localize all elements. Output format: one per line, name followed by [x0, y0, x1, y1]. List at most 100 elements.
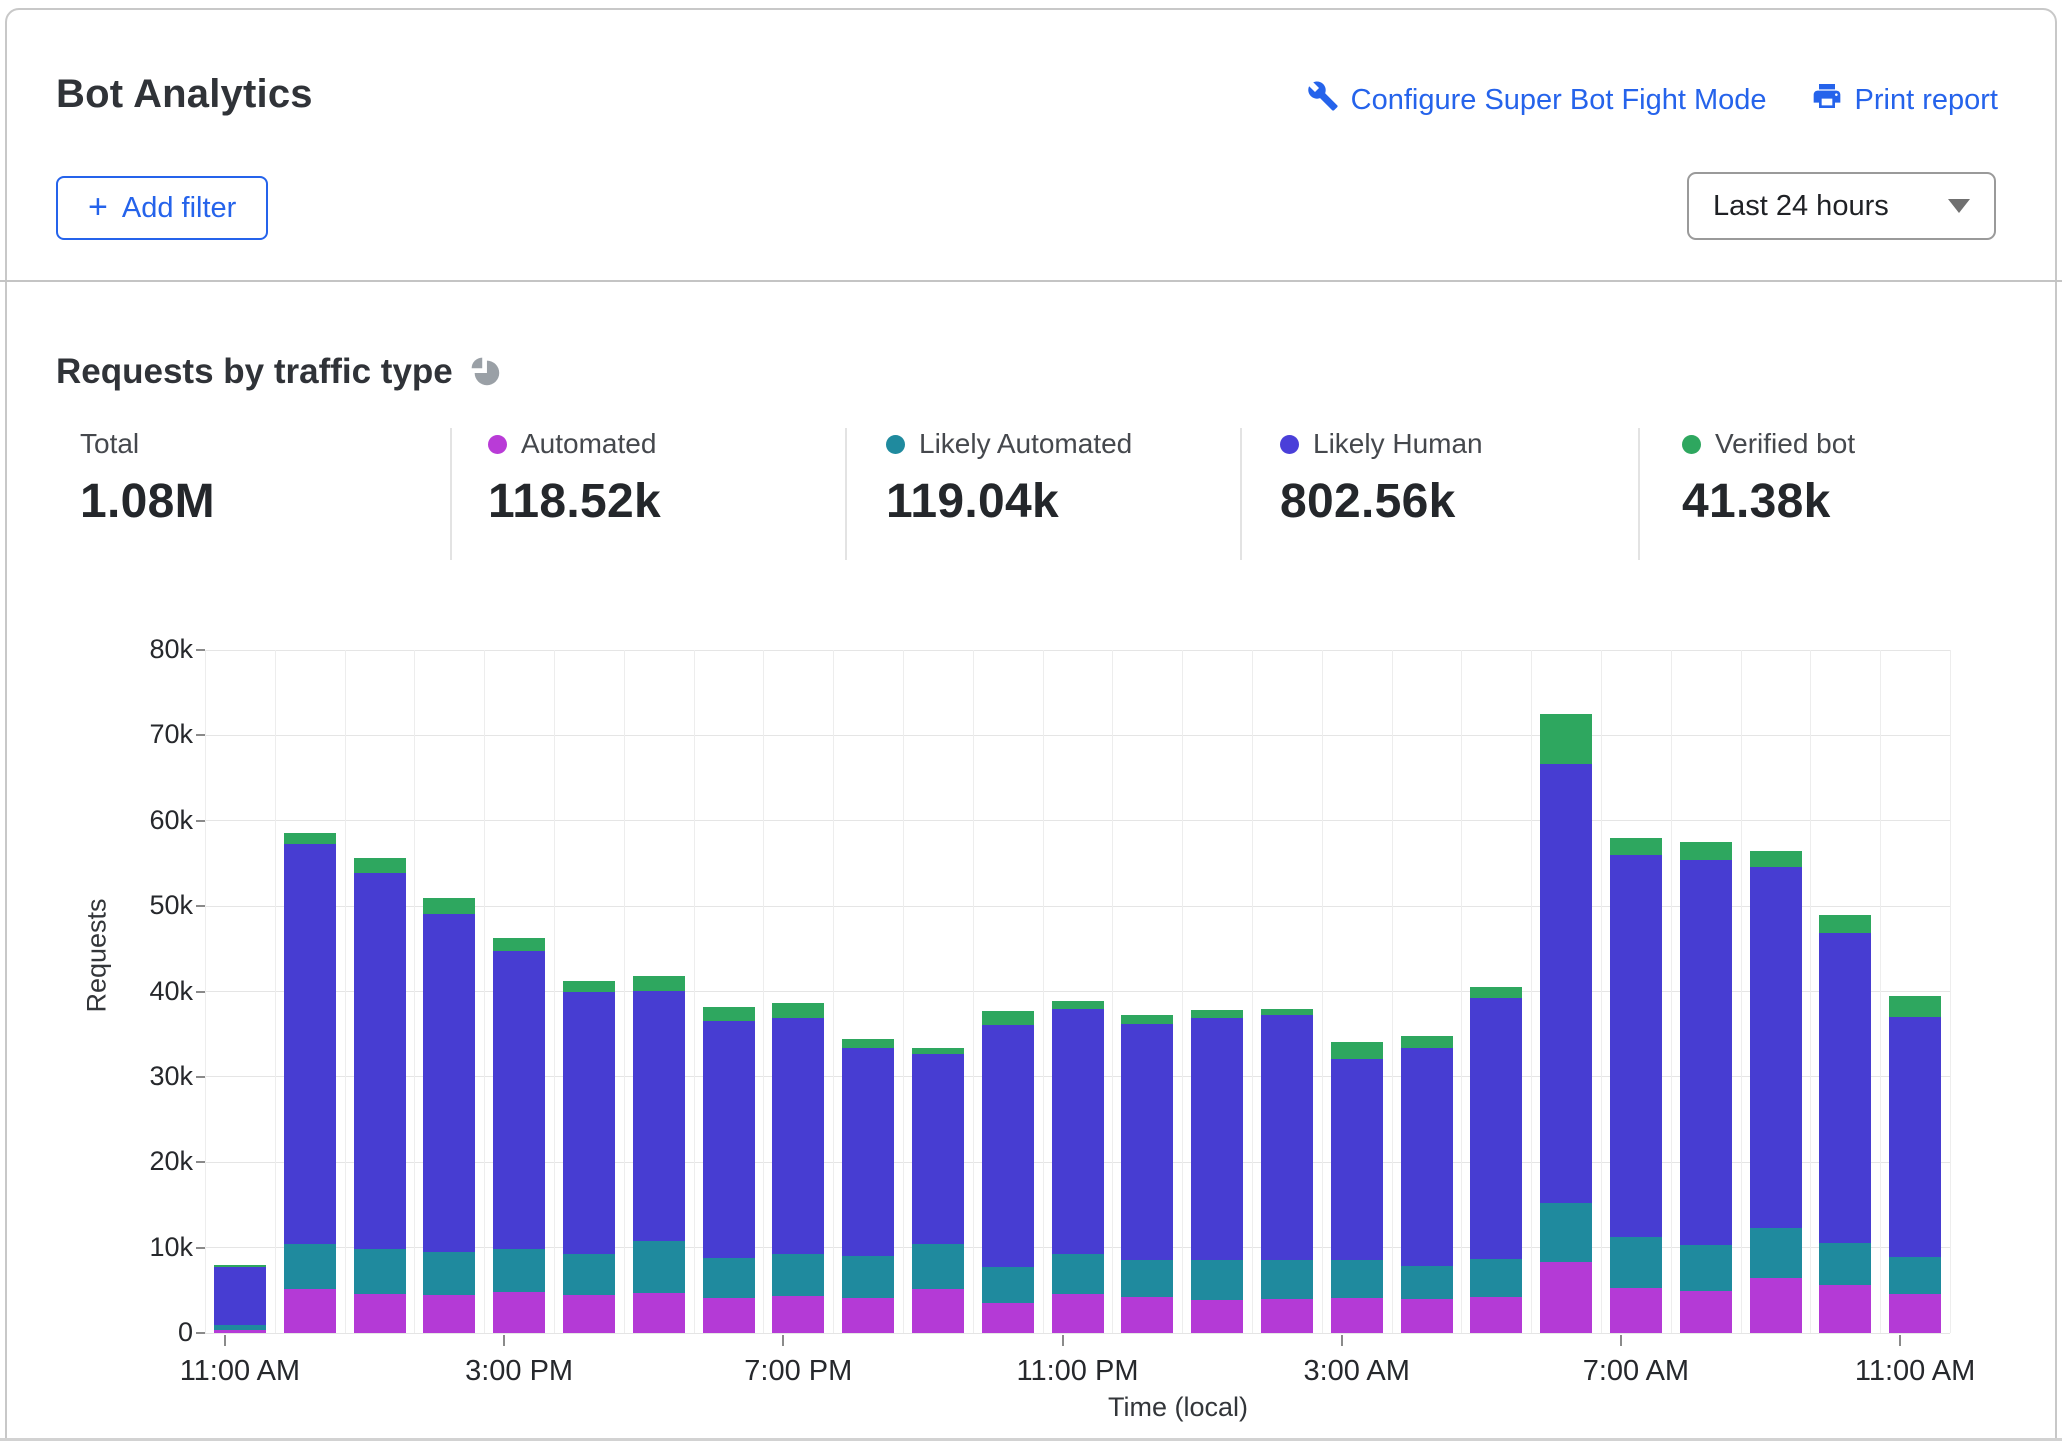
bar-segment-likely-automated — [703, 1258, 755, 1298]
x-tick-label: 7:00 AM — [1526, 1355, 1746, 1388]
bar-segment-likely-automated — [1819, 1243, 1871, 1286]
bar-segment-likely-automated — [1401, 1266, 1453, 1299]
x-tick-label: 7:00 PM — [688, 1355, 908, 1388]
x-gridline — [1112, 650, 1113, 1333]
bar-20-7-00-am — [1610, 838, 1662, 1333]
bar-segment-likely-human — [354, 873, 406, 1250]
bar-segment-automated — [1261, 1299, 1313, 1333]
bar-segment-verified-bot — [1889, 996, 1941, 1017]
y-gridline — [205, 820, 1950, 821]
chevron-down-icon — [1948, 199, 1970, 213]
bar-segment-automated — [1889, 1294, 1941, 1333]
bar-segment-verified-bot — [703, 1007, 755, 1021]
page-title: Bot Analytics — [56, 72, 313, 117]
bar-segment-likely-human — [842, 1048, 894, 1256]
bar-segment-verified-bot — [1331, 1042, 1383, 1059]
bar-segment-automated — [1401, 1299, 1453, 1333]
stat-value: 1.08M — [80, 474, 215, 529]
bar-segment-verified-bot — [633, 976, 685, 991]
bar-segment-verified-bot — [1680, 842, 1732, 860]
x-tick-mark — [503, 1335, 505, 1346]
bar-segment-automated — [1191, 1300, 1243, 1333]
bar-segment-likely-human — [982, 1025, 1034, 1267]
header-links: Configure Super Bot Fight Mode Print rep… — [1307, 80, 1998, 120]
bar-10-9-00-pm — [912, 1048, 964, 1333]
stat-label-row: Verified bot — [1682, 428, 1855, 460]
bar-4-3-00-pm — [493, 938, 545, 1333]
x-gridline — [1531, 650, 1532, 1333]
bar-segment-verified-bot — [1401, 1036, 1453, 1048]
stat-divider — [1240, 428, 1242, 560]
legend-dot — [886, 435, 905, 454]
y-tick-mark — [196, 991, 205, 993]
bar-segment-likely-automated — [1331, 1260, 1383, 1298]
stat-label: Likely Automated — [919, 428, 1132, 460]
x-gridline — [763, 650, 764, 1333]
x-gridline — [1880, 650, 1881, 1333]
x-gridline — [1043, 650, 1044, 1333]
bar-segment-likely-automated — [354, 1249, 406, 1293]
x-tick-mark — [224, 1335, 226, 1346]
bar-segment-likely-automated — [842, 1256, 894, 1298]
bar-segment-likely-human — [214, 1267, 266, 1325]
stat-automated[interactable]: Automated118.52k — [488, 428, 661, 529]
bar-segment-likely-automated — [1610, 1237, 1662, 1287]
stat-label: Likely Human — [1313, 428, 1483, 460]
bar-21-8-00-am — [1680, 842, 1732, 1333]
pie-chart-icon — [469, 355, 503, 389]
bar-segment-likely-automated — [912, 1244, 964, 1288]
y-tick-label: 60k — [73, 805, 193, 836]
stat-value: 41.38k — [1682, 474, 1855, 529]
bar-9-8-00-pm — [842, 1039, 894, 1333]
x-gridline — [1392, 650, 1393, 1333]
bar-segment-verified-bot — [1750, 851, 1802, 867]
x-gridline — [1461, 650, 1462, 1333]
x-gridline — [1810, 650, 1811, 1333]
print-report-label: Print report — [1855, 84, 1998, 117]
x-gridline — [554, 650, 555, 1333]
bar-segment-verified-bot — [423, 898, 475, 914]
stat-total[interactable]: Total1.08M — [80, 428, 215, 529]
bar-8-7-00-pm — [772, 1003, 824, 1333]
y-tick-mark — [196, 734, 205, 736]
stats-row: Total1.08M Automated118.52k Likely Automat… — [0, 428, 2062, 568]
x-gridline — [903, 650, 904, 1333]
bar-segment-automated — [214, 1330, 266, 1333]
x-tick-label: 11:00 AM — [1805, 1355, 2025, 1388]
bar-segment-verified-bot — [1540, 714, 1592, 764]
add-filter-button[interactable]: + Add filter — [56, 176, 268, 240]
next-section-divider — [0, 1438, 2062, 1441]
y-tick-mark — [196, 1247, 205, 1249]
bar-23-10-00-am — [1819, 915, 1871, 1333]
bar-segment-likely-automated — [1470, 1259, 1522, 1297]
x-gridline — [1950, 650, 1951, 1333]
bar-segment-automated — [1540, 1262, 1592, 1333]
x-tick-mark — [1620, 1335, 1622, 1346]
bar-segment-likely-automated — [1052, 1254, 1104, 1294]
configure-super-bot-fight-mode-link[interactable]: Configure Super Bot Fight Mode — [1307, 80, 1767, 120]
stat-likely-automated[interactable]: Likely Automated119.04k — [886, 428, 1132, 529]
bar-segment-automated — [563, 1295, 615, 1333]
x-tick-label: 11:00 AM — [130, 1355, 350, 1388]
time-range-select[interactable]: Last 24 hours — [1687, 172, 1996, 240]
x-gridline — [345, 650, 346, 1333]
add-filter-label: Add filter — [122, 192, 236, 225]
bar-segment-likely-human — [703, 1021, 755, 1258]
bar-1-12-00-pm — [284, 833, 336, 1333]
bar-segment-verified-bot — [842, 1039, 894, 1048]
bar-15-2-00-am — [1261, 1009, 1313, 1333]
bar-segment-verified-bot — [284, 833, 336, 844]
x-tick-label: 3:00 PM — [409, 1355, 629, 1388]
bar-segment-verified-bot — [772, 1003, 824, 1018]
bar-segment-likely-automated — [423, 1252, 475, 1295]
bar-22-9-00-am — [1750, 851, 1802, 1333]
bar-segment-automated — [1680, 1291, 1732, 1333]
stat-likely-human[interactable]: Likely Human802.56k — [1280, 428, 1483, 529]
bar-segment-likely-automated — [1540, 1203, 1592, 1262]
bar-segment-likely-human — [1470, 998, 1522, 1259]
print-report-link[interactable]: Print report — [1811, 80, 1998, 120]
bar-segment-verified-bot — [1052, 1001, 1104, 1010]
stat-verified-bot[interactable]: Verified bot 41.38k — [1682, 428, 1855, 529]
bar-segment-likely-human — [1889, 1017, 1941, 1257]
bar-6-5-00-pm — [633, 976, 685, 1333]
